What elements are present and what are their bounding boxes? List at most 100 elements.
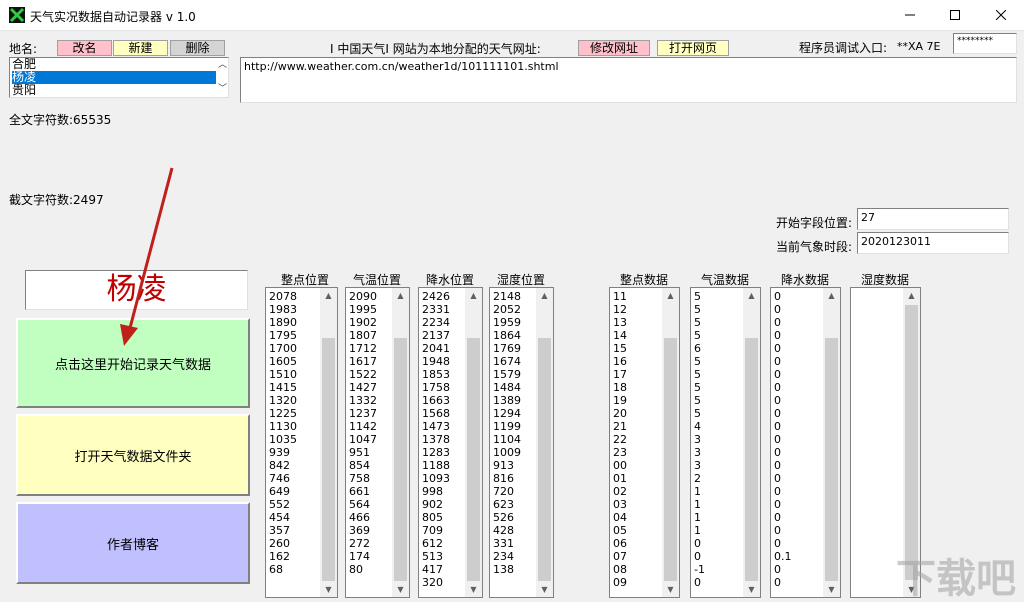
list-item[interactable]: 1579 (493, 368, 521, 381)
list-item[interactable]: 23 (613, 446, 627, 459)
list-item[interactable]: 2331 (422, 303, 450, 316)
scroll-down-icon[interactable]: ▼ (536, 582, 553, 597)
list-item[interactable]: 1605 (269, 355, 297, 368)
list-item[interactable]: 07 (613, 550, 627, 563)
list-item[interactable]: 1807 (349, 329, 377, 342)
list-item[interactable]: 5 (694, 290, 705, 303)
list-item[interactable]: 1484 (493, 381, 521, 394)
list-item[interactable]: 01 (613, 472, 627, 485)
list-item[interactable]: 1948 (422, 355, 450, 368)
blog-button[interactable]: 作者博客 (16, 502, 250, 584)
list-item[interactable]: 1199 (493, 420, 521, 433)
list-item[interactable]: 320 (422, 576, 450, 589)
location-list[interactable]: 合肥 杨凌 贵阳 ︿ ﹀ (9, 57, 229, 98)
data-list[interactable]: 2078 1983 1890 1795 1700 1605 1510 1415 1320 1225… (265, 287, 338, 598)
list-item[interactable]: 0.1 (774, 550, 792, 563)
list-item[interactable]: 0 (774, 537, 792, 550)
list-item[interactable]: 5 (694, 329, 705, 342)
list-item[interactable]: 1225 (269, 407, 297, 420)
data-list[interactable]: 2090 1995 1902 1807 1712 1617 1522 1427 1332 1237… (345, 287, 410, 598)
list-item[interactable]: 2 (694, 472, 705, 485)
data-list[interactable]: 5 5 5 5 6 5 5 5 5 5 4 3 3 3 2 1 1 1 1 0 0 -1 0 ▲ ▼ (690, 287, 761, 598)
list-item[interactable]: 138 (493, 563, 521, 576)
vertical-scrollbar[interactable]: ▲ ▼ (465, 288, 482, 597)
list-item[interactable]: 805 (422, 511, 450, 524)
list-item[interactable]: 1035 (269, 433, 297, 446)
url-field[interactable]: http://www.weather.com.cn/weather1d/1011… (240, 57, 1017, 103)
vertical-scrollbar[interactable]: ▲ ▼ (743, 288, 760, 597)
list-item[interactable]: 1 (694, 524, 705, 537)
scroll-down-icon[interactable]: ▼ (662, 582, 679, 597)
list-item[interactable]: 2052 (493, 303, 521, 316)
scroll-up-icon[interactable]: ▲ (536, 288, 553, 303)
list-item[interactable]: 0 (774, 459, 792, 472)
data-list[interactable]: 2148 2052 1959 1864 1769 1674 1579 1484 1389 1294… (489, 287, 554, 598)
list-item[interactable]: 1294 (493, 407, 521, 420)
list-item[interactable]: 2234 (422, 316, 450, 329)
list-item[interactable]: 417 (422, 563, 450, 576)
scroll-down-icon[interactable]: ▼ (465, 582, 482, 597)
scroll-up-icon[interactable]: ▲ (903, 288, 920, 303)
maximize-button[interactable] (932, 0, 978, 30)
list-item[interactable]: 1959 (493, 316, 521, 329)
list-item[interactable]: 0 (774, 381, 792, 394)
list-item[interactable]: 513 (422, 550, 450, 563)
list-item[interactable]: 12 (613, 303, 627, 316)
list-item[interactable]: 746 (269, 472, 297, 485)
list-item[interactable]: 0 (774, 329, 792, 342)
scroll-up-icon[interactable]: ▲ (320, 288, 337, 303)
list-item[interactable]: 3 (694, 446, 705, 459)
vertical-scrollbar[interactable]: ▲ ▼ (823, 288, 840, 597)
list-item[interactable]: 1009 (493, 446, 521, 459)
list-item[interactable]: 0 (774, 368, 792, 381)
list-item[interactable]: 1047 (349, 433, 377, 446)
list-item[interactable]: 1568 (422, 407, 450, 420)
new-button[interactable]: 新建 (113, 40, 168, 56)
list-item[interactable]: 1995 (349, 303, 377, 316)
list-item[interactable]: 0 (694, 537, 705, 550)
list-item[interactable]: 2426 (422, 290, 450, 303)
list-item[interactable]: 331 (493, 537, 521, 550)
list-item[interactable]: 0 (774, 446, 792, 459)
list-item[interactable]: 0 (774, 511, 792, 524)
location-item[interactable]: 合肥 (12, 58, 228, 71)
list-item[interactable]: 0 (774, 420, 792, 433)
list-item[interactable]: 1130 (269, 420, 297, 433)
list-item[interactable]: 842 (269, 459, 297, 472)
list-item[interactable]: 15 (613, 342, 627, 355)
list-item[interactable]: 1378 (422, 433, 450, 446)
list-item[interactable]: 649 (269, 485, 297, 498)
data-list[interactable]: 2426 2331 2234 2137 2041 1948 1853 1758 1663 1568… (418, 287, 483, 598)
list-item[interactable]: 1473 (422, 420, 450, 433)
list-item[interactable]: 0 (774, 316, 792, 329)
list-item[interactable]: 2078 (269, 290, 297, 303)
vertical-scrollbar[interactable]: ▲ ▼ (392, 288, 409, 597)
list-item[interactable]: 162 (269, 550, 297, 563)
list-item[interactable]: 1 (694, 511, 705, 524)
list-item[interactable]: 0 (774, 355, 792, 368)
list-item[interactable]: 234 (493, 550, 521, 563)
scroll-up-icon[interactable]: ▲ (465, 288, 482, 303)
list-item[interactable]: 428 (493, 524, 521, 537)
list-item[interactable]: 1712 (349, 342, 377, 355)
list-item[interactable]: 1853 (422, 368, 450, 381)
list-item[interactable]: 3 (694, 433, 705, 446)
scroll-thumb[interactable] (825, 338, 838, 581)
list-item[interactable]: 1674 (493, 355, 521, 368)
data-list[interactable]: 0 0 0 0 0 0 0 0 0 0 0 0 0 0 0 0 0 0 0 0 0.1 0 0 ▲ ▼ (770, 287, 841, 598)
list-item[interactable]: 20 (613, 407, 627, 420)
list-item[interactable]: 1769 (493, 342, 521, 355)
list-item[interactable]: 0 (774, 524, 792, 537)
list-item[interactable]: 902 (422, 498, 450, 511)
list-item[interactable]: 2148 (493, 290, 521, 303)
list-item[interactable]: 09 (613, 576, 627, 589)
list-item[interactable]: 1237 (349, 407, 377, 420)
minimize-button[interactable] (887, 0, 933, 30)
scroll-down-icon[interactable]: ▼ (320, 582, 337, 597)
list-item[interactable]: 06 (613, 537, 627, 550)
location-list-scrollbar[interactable]: ︿ ﹀ (216, 58, 228, 97)
list-item[interactable]: 03 (613, 498, 627, 511)
list-item[interactable]: 612 (422, 537, 450, 550)
list-item[interactable]: 1427 (349, 381, 377, 394)
list-item[interactable]: 13 (613, 316, 627, 329)
